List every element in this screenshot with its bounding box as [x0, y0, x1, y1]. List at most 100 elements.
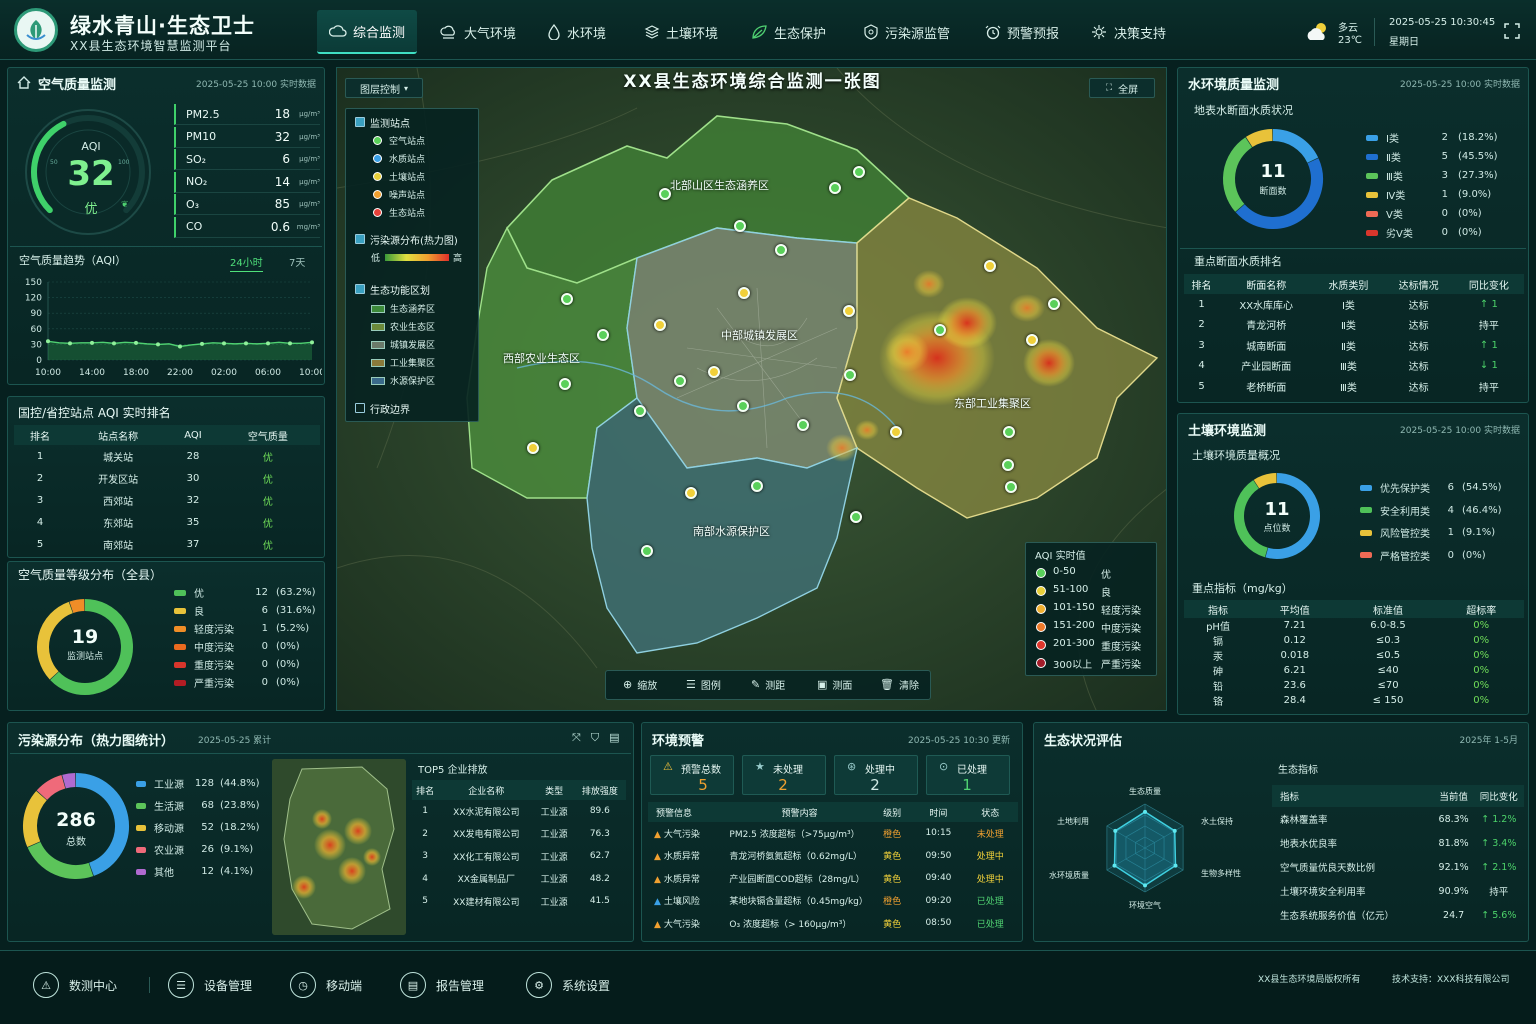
warning-stat-card[interactable]: ★ 未处理 2 [742, 755, 826, 795]
warning-row[interactable]: ▲ 土壤风险 某地块镉含量超标（0.45mg/kg） 橙色 09:20 已处理 [648, 890, 1018, 913]
nav-tab-1[interactable]: 大气环境 [428, 10, 528, 54]
station-marker[interactable] [561, 293, 573, 305]
table-row[interactable]: pH值 7.21 6.0-8.5 0% [1184, 618, 1524, 633]
warning-stat-label: 处理中 [865, 765, 895, 776]
station-marker[interactable] [890, 426, 902, 438]
table-header-cell: 预警信息 [656, 808, 693, 819]
filter-icon[interactable]: ⛉ [591, 731, 599, 745]
station-marker[interactable] [559, 378, 571, 390]
table-row[interactable]: 5 XX建材有限公司 工业源 41.5 [412, 890, 626, 913]
stations-checkbox[interactable] [355, 117, 365, 127]
station-marker[interactable] [1002, 459, 1014, 471]
y-tick-label: 30 [31, 340, 43, 350]
table-row[interactable]: 4 东郊站 35 优 [14, 511, 320, 533]
map-tool-button[interactable]: 🗑 清除 [880, 677, 919, 692]
table-row[interactable]: 5 老桥断面 Ⅲ类 达标 持平 [1184, 376, 1524, 397]
table-row[interactable]: 土壤环境安全利用率 90.9% 持平 [1272, 879, 1524, 903]
warning-stat-card[interactable]: ⊛ 处理中 2 [834, 755, 918, 795]
station-marker[interactable] [597, 329, 609, 341]
warning-stat-card[interactable]: ⊙ 已处理 1 [926, 755, 1010, 795]
station-marker[interactable] [775, 244, 787, 256]
warning-row[interactable]: ▲ 水质异常 青龙河桥氨氮超标（0.62mg/L） 黄色 09:50 处理中 [648, 845, 1018, 868]
table-row[interactable]: 地表水优良率 81.8% ↑ 3.4% [1272, 831, 1524, 855]
station-marker[interactable] [797, 419, 809, 431]
station-marker[interactable] [1048, 298, 1060, 310]
table-row[interactable]: 2 开发区站 30 优 [14, 467, 320, 489]
table-row[interactable]: 镉 0.12 ≤0.3 0% [1184, 633, 1524, 648]
heatmap-checkbox[interactable] [355, 234, 365, 244]
footer-nav-item[interactable]: ▤ 报告管理 [400, 968, 484, 1002]
station-marker[interactable] [1005, 481, 1017, 493]
footer-nav-item[interactable]: ☰ 设备管理 [168, 968, 252, 1002]
station-marker[interactable] [634, 405, 646, 417]
table-row[interactable]: 汞 0.018 ≤0.5 0% [1184, 648, 1524, 663]
warning-row[interactable]: ▲ 水质异常 产业园断面COD超标（28mg/L） 黄色 09:40 处理中 [648, 867, 1018, 890]
warning-row[interactable]: ▲ 大气污染 O₃ 浓度超标（> 160μg/m³） 黄色 08:50 已处理 [648, 912, 1018, 935]
map-container[interactable]: XX县生态环境综合监测一张图 图层控制 ▾ ⛶ 全屏 监测站点 空气站点 水质站点土… [336, 67, 1167, 711]
layer-control-button[interactable]: 图层控制 ▾ [345, 78, 423, 98]
footer-nav-item[interactable]: ◷ 移动端 [290, 968, 362, 1002]
table-row[interactable]: 3 城南断面 Ⅱ类 达标 ↑ 1 [1184, 335, 1524, 356]
map-tool-button[interactable]: ✎ 测距 [751, 677, 785, 692]
warning-stat-card[interactable]: ⚠ 预警总数 5 [650, 755, 734, 795]
table-row[interactable]: 3 西郊站 32 优 [14, 489, 320, 511]
nav-tab-5[interactable]: 污染源监管 [851, 10, 962, 54]
trend-tab-7d[interactable]: 7天 [289, 254, 305, 269]
warning-stat-label: 预警总数 [681, 765, 721, 776]
station-marker[interactable] [527, 442, 539, 454]
table-row[interactable]: 铅 23.6 ≤70 0% [1184, 678, 1524, 693]
nav-tab-3[interactable]: 土壤环境 [632, 10, 730, 54]
station-marker[interactable] [934, 324, 946, 336]
map-tool-button[interactable]: ⊕ 缩放 [623, 677, 657, 692]
table-row[interactable]: 1 XX水库库心 Ⅰ类 达标 ↑ 1 [1184, 294, 1524, 315]
map-tool-button[interactable]: ▣ 测面 [817, 677, 852, 692]
table-row[interactable]: 生态系统服务价值（亿元） 24.7 ↑ 5.6% [1272, 903, 1524, 927]
table-row[interactable]: 4 产业园断面 Ⅲ类 达标 ↓ 1 [1184, 356, 1524, 377]
station-marker[interactable] [1026, 334, 1038, 346]
table-row[interactable]: 2 青龙河桥 Ⅱ类 达标 持平 [1184, 315, 1524, 336]
table-row[interactable]: 4 XX金属制品厂 工业源 48.2 [412, 868, 626, 891]
pollution-heatmap[interactable] [272, 759, 406, 935]
footer-nav-item[interactable]: ⚙ 系统设置 [526, 968, 610, 1002]
station-marker[interactable] [1003, 426, 1015, 438]
fullscreen-icon[interactable] [1504, 23, 1520, 42]
warning-row[interactable]: ▲ 大气污染 PM2.5 浓度超标（>75μg/m³） 橙色 10:15 未处理 [648, 822, 1018, 845]
map-tool-button[interactable]: ☰ 图例 [686, 677, 721, 692]
station-marker[interactable] [844, 369, 856, 381]
station-marker[interactable] [734, 220, 746, 232]
station-marker[interactable] [853, 166, 865, 178]
table-row[interactable]: 2 XX发电有限公司 工业源 76.3 [412, 823, 626, 846]
footer-nav-item[interactable]: ⚠ 数测中心 [33, 968, 151, 1002]
station-marker[interactable] [984, 260, 996, 272]
table-row[interactable]: 空气质量优良天数比例 92.1% ↑ 2.1% [1272, 855, 1524, 879]
nav-tab-2[interactable]: 水环境 [535, 10, 618, 54]
station-marker[interactable] [708, 366, 720, 378]
station-marker[interactable] [654, 319, 666, 331]
station-marker[interactable] [850, 511, 862, 523]
trend-tab-24h[interactable]: 24小时 [230, 254, 263, 272]
zones-checkbox[interactable] [355, 284, 365, 294]
station-marker[interactable] [738, 287, 750, 299]
table-row[interactable]: 砷 6.21 ≤40 0% [1184, 663, 1524, 678]
station-marker[interactable] [829, 182, 841, 194]
nav-tab-6[interactable]: 预警预报 [973, 10, 1071, 54]
nav-tab-0[interactable]: 综合监测 [317, 10, 418, 54]
table-row[interactable]: 1 XX水泥有限公司 工业源 89.6 [412, 800, 626, 823]
expand-arrows-icon[interactable]: ⤧ [572, 731, 581, 745]
station-marker[interactable] [641, 545, 653, 557]
station-marker[interactable] [751, 480, 763, 492]
boundary-checkbox[interactable] [355, 403, 365, 413]
station-marker[interactable] [674, 375, 686, 387]
station-marker[interactable] [685, 487, 697, 499]
table-icon[interactable]: ▤ [609, 731, 619, 745]
nav-tab-7[interactable]: 决策支持 [1078, 10, 1178, 54]
table-row[interactable]: 3 XX化工有限公司 工业源 62.7 [412, 845, 626, 868]
map-fullscreen-button[interactable]: ⛶ 全屏 [1089, 78, 1155, 98]
station-marker[interactable] [843, 305, 855, 317]
station-marker[interactable] [737, 400, 749, 412]
table-row[interactable]: 5 南郊站 37 优 [14, 533, 320, 555]
table-row[interactable]: 1 城关站 28 优 [14, 445, 320, 467]
table-row[interactable]: 铬 28.4 ≤ 150 0% [1184, 693, 1524, 708]
table-row[interactable]: 森林覆盖率 68.3% ↑ 1.2% [1272, 807, 1524, 831]
nav-tab-4[interactable]: 生态保护 [738, 10, 838, 54]
